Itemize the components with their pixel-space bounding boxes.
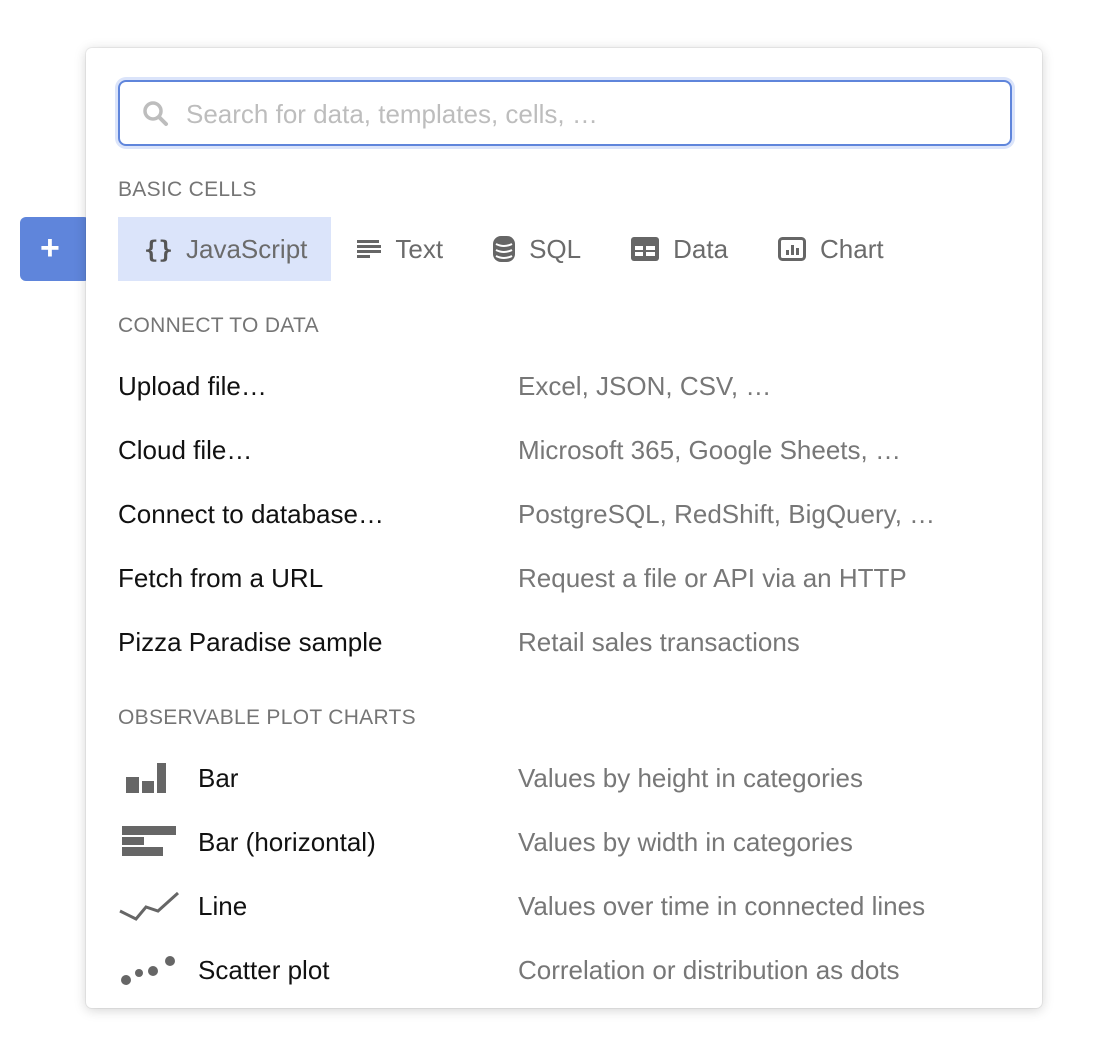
item-label: Fetch from a URL — [118, 562, 324, 593]
search-icon — [143, 101, 168, 126]
menu-item-upload-file[interactable]: Upload file… Excel, JSON, CSV, … — [118, 354, 1008, 418]
basic-cells: {} JavaScript Text SQL Data Chart — [118, 217, 908, 281]
cell-data[interactable]: Data — [605, 217, 752, 281]
menu-item-bar[interactable]: Bar Values by height in categories — [118, 746, 1008, 810]
menu-item-pizza-sample[interactable]: Pizza Paradise sample Retail sales transa… — [118, 610, 1008, 674]
table-icon — [631, 237, 660, 261]
item-label: Bar (horizontal) — [198, 826, 376, 857]
database-icon — [493, 236, 516, 262]
item-label: Upload file… — [118, 370, 267, 401]
horizontal-bar-chart-icon — [122, 826, 176, 856]
cell-label: SQL — [529, 233, 582, 264]
add-cell-menu: BASIC CELLS {} JavaScript Text SQL Data … — [86, 48, 1042, 1008]
item-label: Line — [198, 890, 248, 921]
item-label: Bar — [198, 762, 239, 793]
add-cell-button[interactable]: + — [20, 217, 90, 281]
menu-item-line[interactable]: Line Values over time in connected lines — [118, 874, 1008, 938]
cell-label: JavaScript — [186, 233, 308, 264]
search-input[interactable] — [184, 82, 988, 146]
item-description: Retail sales transactions — [518, 626, 800, 657]
cell-label: Chart — [820, 233, 884, 264]
braces-icon: {} — [144, 236, 172, 262]
menu-item-bar-horizontal[interactable]: Bar (horizontal) Values by width in cate… — [118, 810, 1008, 874]
item-description: Values by height in categories — [518, 762, 863, 793]
cell-javascript[interactable]: {} JavaScript — [118, 217, 332, 281]
item-description: Microsoft 365, Google Sheets, … — [518, 434, 901, 465]
search-box — [118, 80, 1012, 146]
item-description: Values by width in categories — [518, 826, 853, 857]
menu-item-connect-database[interactable]: Connect to database… PostgreSQL, RedShift… — [118, 482, 1008, 546]
menu-item-cloud-file[interactable]: Cloud file… Microsoft 365, Google Sheets,… — [118, 418, 1008, 482]
svg-text:{}: {} — [144, 236, 172, 262]
item-label: Cloud file… — [118, 434, 253, 465]
section-connect-to-data: CONNECT TO DATA — [118, 314, 319, 337]
cell-text[interactable]: Text — [331, 217, 467, 281]
cell-label: Data — [673, 233, 729, 264]
menu-item-fetch-url[interactable]: Fetch from a URL Request a file or API vi… — [118, 546, 1008, 610]
item-label: Scatter plot — [198, 954, 330, 985]
section-plot-charts: OBSERVABLE PLOT CHARTS — [118, 706, 416, 729]
item-label: Connect to database… — [118, 498, 384, 529]
item-label: Pizza Paradise sample — [118, 626, 383, 657]
text-lines-icon — [357, 240, 382, 258]
cell-sql[interactable]: SQL — [467, 217, 605, 281]
item-description: Correlation or distribution as dots — [518, 954, 900, 985]
menu-item-scatter[interactable]: Scatter plot Correlation or distribution… — [118, 938, 1008, 1002]
line-chart-icon — [119, 891, 180, 921]
cell-chart[interactable]: Chart — [752, 217, 908, 281]
item-description: Excel, JSON, CSV, … — [518, 370, 772, 401]
cell-label: Text — [395, 233, 444, 264]
item-description: Request a file or API via an HTTP — [518, 562, 907, 593]
section-basic-cells: BASIC CELLS — [118, 178, 257, 201]
item-description: PostgreSQL, RedShift, BigQuery, … — [518, 498, 936, 529]
scatter-plot-icon — [121, 956, 175, 985]
bar-chart-icon — [126, 763, 166, 793]
item-description: Values over time in connected lines — [518, 890, 926, 921]
chart-icon — [778, 237, 807, 261]
